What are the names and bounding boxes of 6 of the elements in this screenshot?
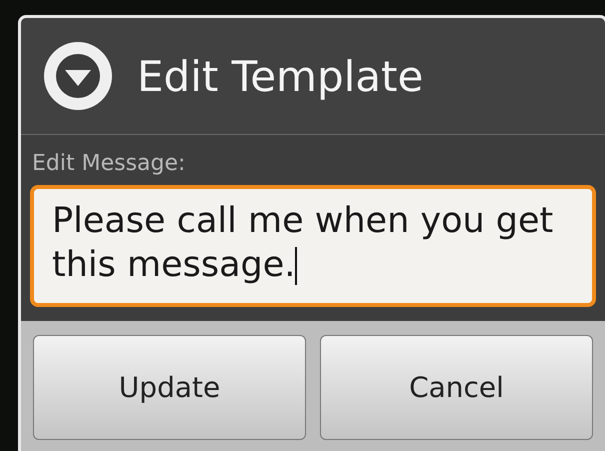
field-label: Edit Message: — [32, 153, 186, 175]
message-field[interactable]: Please call me when you get this message. — [30, 185, 596, 307]
dialog-title: Edit Template — [137, 50, 424, 102]
dialog-button[interactable]: Update — [33, 335, 306, 440]
dropdown-circle-icon — [43, 41, 113, 111]
dialog-button[interactable]: Cancel — [320, 335, 593, 440]
